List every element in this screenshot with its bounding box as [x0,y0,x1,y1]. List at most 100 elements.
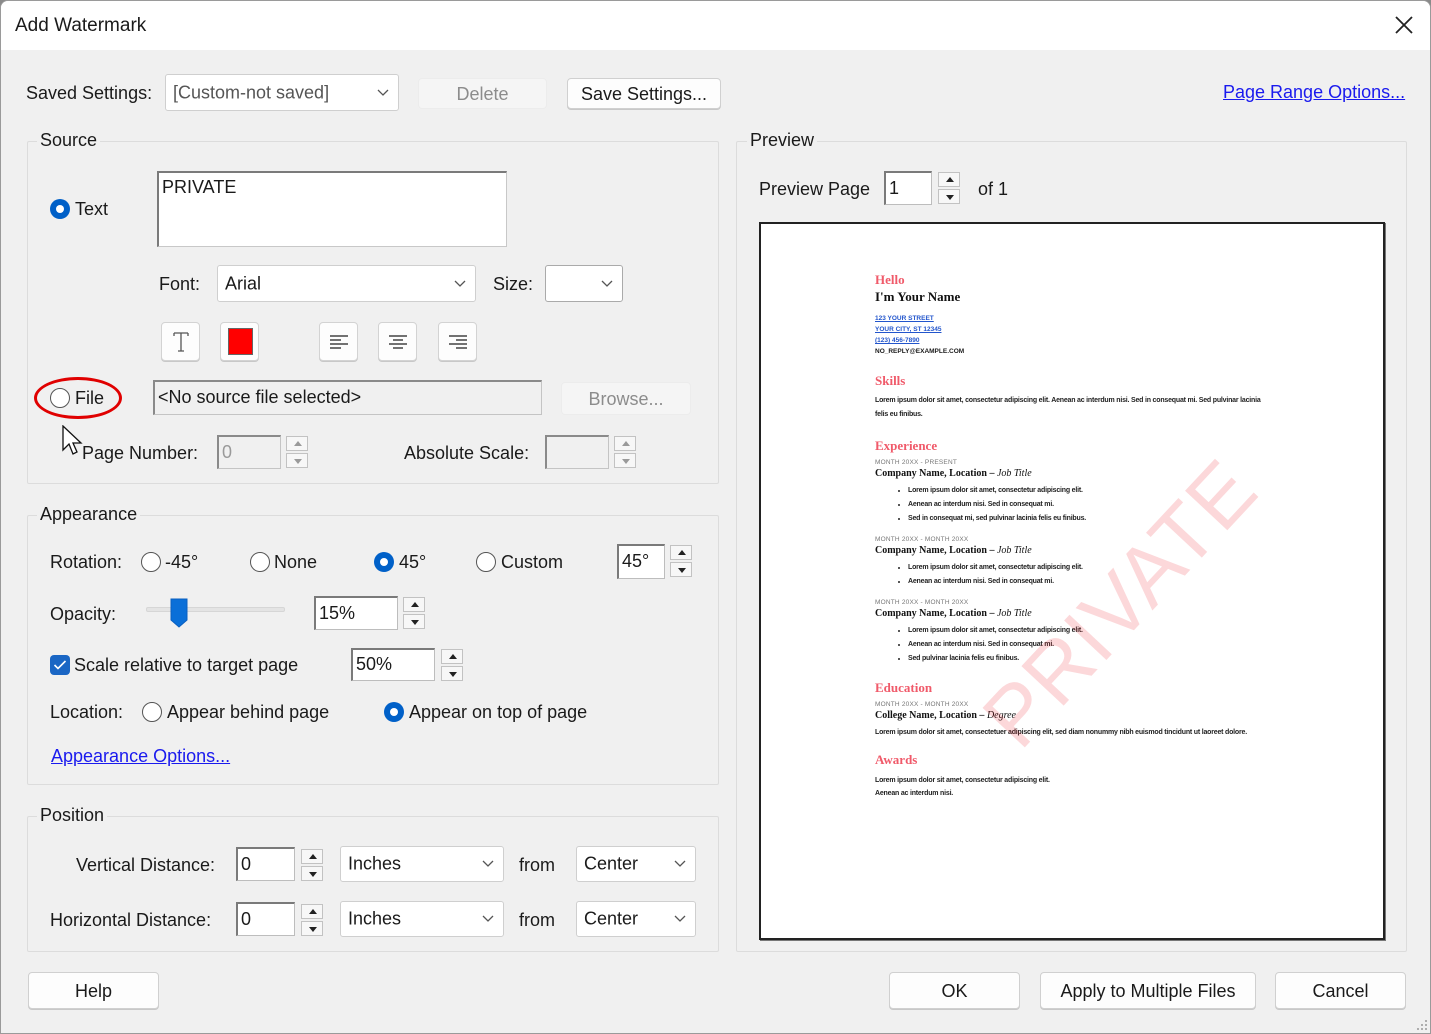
spin-up-button[interactable] [938,172,960,187]
custom-rotation-field[interactable]: 45° [617,544,665,579]
align-center-icon [388,334,407,349]
save-settings-button[interactable]: Save Settings... [567,78,721,109]
spin-up-button[interactable] [614,436,636,451]
horizontal-unit-dropdown[interactable]: Inches [340,901,504,937]
doc-job-bullet: Aenean ac interdum nisi. Sed in consequa… [908,498,1275,512]
doc-awards-line: Aenean ac interdum nisi. [875,790,954,797]
vertical-from-dropdown[interactable]: Center [576,846,696,882]
opacity-field[interactable]: 15% [314,596,398,630]
rotation-none-radio[interactable] [250,552,270,572]
opacity-slider-thumb[interactable] [170,598,188,628]
spin-down-button[interactable] [614,453,636,468]
resize-grip-icon[interactable] [1414,1017,1428,1031]
spin-up-button[interactable] [301,849,323,864]
doc-contact-street: 123 YOUR STREET [875,315,934,322]
horizontal-distance-field[interactable]: 0 [236,902,295,936]
vertical-distance-field[interactable]: 0 [236,847,295,881]
saved-settings-dropdown[interactable]: [Custom-not saved] [165,74,399,111]
text-source-radio[interactable] [50,199,70,219]
preview-page-total: of 1 [978,179,1009,199]
horizontal-from-label: from [519,910,555,930]
preview-document: Hello I'm Your Name 123 YOUR STREET YOUR… [875,272,1275,800]
doc-job-entry: MONTH 20XX - MONTH 20XX Company Name, Loc… [875,536,1275,589]
scale-relative-label: Scale relative to target page [74,655,299,675]
spin-up-button[interactable] [403,597,425,612]
horizontal-from-dropdown[interactable]: Center [576,901,696,937]
align-center-button[interactable] [378,322,417,361]
source-group-title: Source [37,130,101,151]
doc-job-role: Company Name, Location – Job Title [875,468,1275,479]
spin-down-button[interactable] [938,189,960,204]
doc-experience-heading: Experience [875,438,938,453]
close-icon [1395,16,1413,34]
file-source-radio[interactable] [50,388,70,408]
vertical-from-label: from [519,855,555,875]
font-dropdown[interactable]: Arial [217,265,476,302]
text-format-icon [172,331,189,352]
doc-skills-text: Lorem ipsum dolor sit amet, consectetur … [875,397,1261,418]
doc-jobs: MONTH 20XX - PRESENT Company Name, Locati… [875,459,1275,666]
on-top-page-radio[interactable] [384,702,404,722]
spin-up-button[interactable] [301,904,323,919]
absolute-scale-field[interactable] [545,435,609,469]
text-format-button[interactable] [161,322,200,361]
doc-contact: 123 YOUR STREET YOUR CITY, ST 12345 (123… [875,313,1275,357]
doc-education-text: Lorem ipsum dolor sit amet, consectetuer… [875,729,1247,736]
size-label: Size: [493,274,534,294]
doc-job-role: Company Name, Location – Job Title [875,545,1275,556]
checkmark-icon [53,660,67,670]
rotation-45-radio[interactable] [374,552,394,572]
page-range-options-link[interactable]: Page Range Options... [1223,82,1405,103]
spin-up-button[interactable] [670,545,692,560]
vertical-unit-dropdown[interactable]: Inches [340,846,504,882]
appearance-options-link[interactable]: Appearance Options... [51,746,230,767]
doc-skills-heading: Skills [875,373,906,388]
preview-page-field[interactable]: 1 [884,171,932,205]
rotation-none-label: None [274,552,318,572]
watermark-text-input[interactable]: PRIVATE [157,171,507,247]
align-left-button[interactable] [319,322,358,361]
rotation-minus45-radio[interactable] [141,552,161,572]
spin-up-button[interactable] [286,436,308,451]
spin-down-button[interactable] [403,614,425,629]
font-value: Arial [225,273,262,293]
scale-relative-checkbox[interactable] [50,655,70,675]
spin-down-button[interactable] [441,666,463,681]
ok-button[interactable]: OK [889,972,1020,1009]
behind-page-radio[interactable] [142,702,162,722]
doc-job-bullet: Aenean ac interdum nisi. Sed in consequa… [908,575,1275,589]
doc-contact-phone: (123) 456-7890 [875,337,920,344]
doc-awards-line: Lorem ipsum dolor sit amet, consectetur … [875,777,1050,784]
page-number-field[interactable]: 0 [217,435,281,469]
behind-page-label: Appear behind page [167,702,330,722]
doc-job-bullet: Lorem ipsum dolor sit amet, consectetur … [908,624,1275,638]
delete-button[interactable]: Delete [418,78,547,109]
chevron-down-icon [482,860,494,867]
spin-down-button[interactable] [670,562,692,577]
help-button[interactable]: Help [28,972,159,1009]
spin-down-button[interactable] [286,453,308,468]
spin-down-button[interactable] [301,921,323,936]
doc-education-dates: MONTH 20XX - MONTH 20XX [875,701,969,708]
chevron-down-icon [454,280,466,287]
scale-field[interactable]: 50% [351,648,435,681]
size-dropdown[interactable] [545,265,623,302]
browse-button[interactable]: Browse... [561,382,691,415]
text-color-button[interactable] [220,322,259,361]
spin-down-button[interactable] [301,866,323,881]
cancel-button[interactable]: Cancel [1275,972,1406,1009]
doc-name: I'm Your Name [875,289,961,304]
doc-contact-email: NO_REPLY@EXAMPLE.COM [875,348,965,355]
spin-up-button[interactable] [441,649,463,664]
close-button[interactable] [1386,7,1422,43]
source-file-field[interactable]: <No source file selected> [153,380,542,415]
chevron-down-icon [482,915,494,922]
preview-page-value: 1 [889,177,900,198]
opacity-slider-track[interactable] [146,607,285,612]
doc-school-name: College Name, Location – [875,710,987,721]
vertical-unit-value: Inches [348,853,402,874]
apply-multiple-files-button[interactable]: Apply to Multiple Files [1040,972,1256,1009]
rotation-minus45-label: -45° [165,552,199,572]
align-right-button[interactable] [438,322,477,361]
rotation-custom-radio[interactable] [476,552,496,572]
